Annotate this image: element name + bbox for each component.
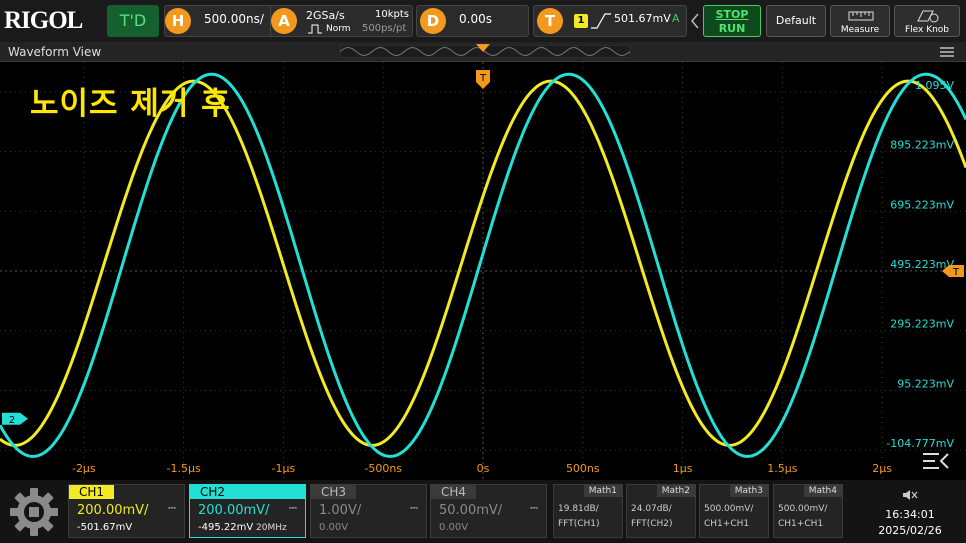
time-tick-label: 0s (477, 462, 490, 475)
dc-coupling-icon: ⎓ (410, 503, 418, 514)
trigger-time-marker-label: T (479, 73, 487, 84)
math-scale: 24.07dB/ (631, 504, 672, 514)
time-tick-label: -1.5μs (167, 462, 201, 475)
time-per-point: 500ps/pt (362, 23, 407, 34)
math-scale: 500.00mV/ (704, 504, 754, 514)
voltage-tick-label: 895.223mV (890, 139, 954, 152)
trigger-position-marker[interactable] (475, 43, 491, 53)
time-tick-label: 500ns (566, 462, 600, 475)
trigger-level-marker-label: T (952, 267, 960, 278)
time-tick-label: 1.5μs (767, 462, 797, 475)
math-name: Math4 (803, 485, 842, 497)
voltage-tick-label: 95.223mV (897, 377, 954, 390)
time-tick-label: 1μs (673, 462, 693, 475)
timebase-value: 500.00ns/ (204, 12, 264, 26)
delay-value: 0.00s (459, 12, 492, 26)
run-stop-line1: STOP (715, 8, 749, 21)
channel-panel-ch2[interactable]: CH2 200.00mV/ ⎓ -495.22mV 20MHz (189, 484, 306, 538)
expand-menu-icon[interactable] (921, 451, 951, 471)
acquire-mode-icon (308, 24, 322, 34)
trigger-status[interactable]: T'D (107, 5, 159, 37)
default-label: Default (775, 14, 817, 27)
trigger-mode: A (672, 12, 680, 25)
channel-offset: -495.22mV (198, 522, 254, 533)
flex-knob-icon (917, 10, 939, 23)
math-name: Math3 (729, 485, 768, 497)
dc-coupling-icon: ⎓ (289, 503, 297, 514)
memory-depth: 10kpts (375, 9, 409, 20)
time-tick-label: -2μs (72, 462, 96, 475)
bandwidth-limit: 20MHz (256, 523, 287, 533)
voltage-tick-label: -104.777mV (886, 437, 954, 450)
dc-coupling-icon: ⎓ (530, 503, 538, 514)
channel-scale: 50.00mV/ (439, 503, 503, 518)
trigger-level: 501.67mV (614, 12, 671, 25)
clock-time: 16:34:01 (885, 508, 935, 521)
channel-scale: 200.00mV/ (198, 503, 270, 518)
trigger-source: 1 (574, 14, 588, 28)
channel-offset: 0.00V (439, 522, 469, 533)
math-source: CH1+CH1 (704, 519, 750, 529)
sample-rate: 2GSa/s (306, 9, 345, 22)
waveform-ch2 (0, 72, 966, 458)
acquire-mode: Norm (326, 24, 351, 34)
horizontal-badge: H (165, 8, 191, 34)
channel-panel-ch1[interactable]: CH1 200.00mV/ ⎓ -501.67mV (68, 484, 185, 538)
run-stop-button[interactable]: STOP RUN (703, 5, 761, 37)
channel-name: CH1 (69, 485, 115, 499)
channel-2-offset-marker-label: 2 (9, 415, 15, 426)
math-scale: 500.00mV/ (778, 504, 828, 514)
acquire-badge: A (271, 8, 297, 34)
flex-knob-label: Flex Knob (904, 25, 950, 35)
dc-coupling-icon: ⎓ (168, 503, 176, 514)
channel-name: CH3 (311, 485, 357, 499)
waveform-view-header: Waveform View (0, 42, 966, 62)
top-toolbar: RIGOL T'D H 500.00ns/ A 2GSa/s Norm 10kp… (0, 0, 966, 42)
channel-scale: 1.00V/ (319, 503, 362, 518)
math-name: Math2 (656, 485, 695, 497)
run-stop-line2: RUN (718, 22, 746, 35)
math-scale: 19.81dB/ (558, 504, 599, 514)
clock-date: 2025/02/26 (878, 524, 942, 537)
delay-badge: D (420, 8, 446, 34)
grid (0, 62, 966, 480)
math-source: FFT(CH1) (558, 519, 600, 529)
flex-knob-button[interactable]: Flex Knob (894, 5, 960, 37)
trigger-badge: T (537, 8, 563, 34)
math-panel-2[interactable]: Math2 24.07dB/FFT(CH2) (626, 484, 696, 538)
ruler-icon (848, 11, 874, 21)
math-source: CH1+CH1 (778, 519, 824, 529)
channel-scale: 200.00mV/ (77, 503, 149, 518)
gear-icon[interactable] (8, 486, 60, 538)
channel-name: CH2 (190, 485, 305, 499)
channel-offset: 0.00V (319, 522, 349, 533)
speaker-muted-icon[interactable] (902, 489, 918, 501)
time-tick-label: 2μs (872, 462, 892, 475)
math-panel-4[interactable]: Math4 500.00mV/CH1+CH1 (773, 484, 843, 538)
waveform-view-title: Waveform View (8, 45, 102, 59)
chevron-left-icon[interactable] (691, 13, 699, 29)
channel-panel-ch3[interactable]: CH3 1.00V/ ⎓ 0.00V (310, 484, 427, 538)
status-panel: 16:34:01 2025/02/26 (858, 484, 962, 538)
math-panel-1[interactable]: Math1 19.81dB/FFT(CH1) (553, 484, 623, 538)
channel-panel-ch4[interactable]: CH4 50.00mV/ ⎓ 0.00V (430, 484, 547, 538)
measure-label: Measure (840, 25, 880, 35)
math-panel-3[interactable]: Math3 500.00mV/CH1+CH1 (699, 484, 769, 538)
channel-offset: -501.67mV (77, 522, 133, 533)
waveform-plot[interactable]: 1.095V895.223mV695.223mV495.223mV295.223… (0, 62, 966, 480)
math-source: FFT(CH2) (631, 519, 673, 529)
default-button[interactable]: Default (766, 5, 826, 37)
channel-name: CH4 (431, 485, 477, 499)
math-name: Math1 (583, 485, 622, 497)
rising-edge-icon (591, 13, 611, 29)
menu-icon[interactable] (940, 47, 954, 57)
voltage-tick-label: 695.223mV (890, 198, 954, 211)
annotation-text: 노이즈 제거 후 (30, 86, 231, 122)
rigol-logo: RIGOL (4, 7, 83, 34)
measure-button[interactable]: Measure (830, 5, 890, 37)
time-tick-label: -1μs (272, 462, 296, 475)
voltage-tick-label: 1.095V (915, 79, 954, 92)
time-tick-label: -500ns (364, 462, 402, 475)
voltage-tick-label: 295.223mV (890, 318, 954, 331)
